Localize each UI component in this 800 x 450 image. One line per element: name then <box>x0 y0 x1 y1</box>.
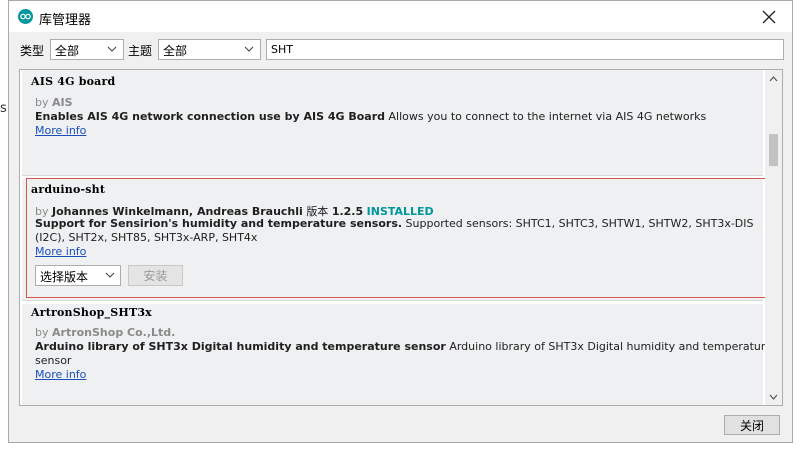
library-author: AIS <box>52 96 73 109</box>
install-button[interactable]: 安装 <box>128 265 183 286</box>
library-list: AIS 4G board by AIS Enables AIS 4G netwo… <box>19 69 783 406</box>
library-detail: Arduino library of SHT3x Digital humidit… <box>449 340 772 353</box>
list-item: AIS 4G board by AIS Enables AIS 4G netwo… <box>22 70 763 176</box>
scrollbar[interactable] <box>765 70 782 405</box>
chevron-down-icon <box>244 43 254 57</box>
more-info-link[interactable]: More info <box>35 124 86 137</box>
scroll-down-icon[interactable] <box>765 388 782 405</box>
library-author-line: by AIS <box>35 96 73 109</box>
close-button[interactable]: 关闭 <box>724 415 780 435</box>
library-manager-dialog: 库管理器 类型 全部 主题 全部 SHT AIS 4G board by AIS… <box>8 0 793 443</box>
library-name: ArtronShop_SHT3x <box>31 306 152 319</box>
library-description: Enables AIS 4G network connection use by… <box>35 110 706 123</box>
chevron-down-icon <box>107 43 117 57</box>
list-item: ArtronShop_SHT3x by ArtronShop Co.,Ltd. … <box>22 304 772 405</box>
chevron-down-icon <box>105 269 115 283</box>
scrollbar-thumb[interactable] <box>769 134 778 166</box>
type-select-value: 全部 <box>55 44 80 58</box>
library-summary: Arduino library of SHT3x Digital humidit… <box>35 340 446 353</box>
library-description: Arduino library of SHT3x Digital humidit… <box>35 340 772 353</box>
window-title: 库管理器 <box>39 13 92 28</box>
arduino-logo-icon <box>18 9 33 24</box>
library-description: Support for Sensirion's humidity and tem… <box>35 217 754 230</box>
title-bar: 库管理器 <box>9 1 792 32</box>
more-info-link[interactable]: More info <box>35 368 86 381</box>
library-detail: Supported sensors: SHTC1, SHTC3, SHTW1, … <box>405 217 754 230</box>
library-author-line: by ArtronShop Co.,Ltd. <box>35 326 175 339</box>
version-select[interactable]: 选择版本 <box>35 265 121 286</box>
more-info-link[interactable]: More info <box>35 245 86 258</box>
scroll-up-icon[interactable] <box>765 70 782 87</box>
library-summary: Enables AIS 4G network connection use by… <box>35 110 386 123</box>
library-name: AIS 4G board <box>31 75 116 88</box>
topic-select[interactable]: 全部 <box>158 39 261 60</box>
search-input[interactable]: SHT <box>266 39 784 60</box>
topic-select-value: 全部 <box>163 44 188 58</box>
library-detail-continued: sensor <box>35 354 72 367</box>
library-name: arduino-sht <box>31 183 106 196</box>
filter-row: 类型 全部 主题 全部 SHT <box>9 37 792 63</box>
version-select-value: 选择版本 <box>40 270 89 284</box>
topic-label: 主题 <box>128 44 153 58</box>
background-text: s <box>0 101 7 116</box>
library-detail-continued: (I2C), SHT2x, SHT85, SHT3x-ARP, SHT4x <box>35 231 258 244</box>
library-detail: Allows you to connect to the internet vi… <box>388 110 707 123</box>
list-item[interactable]: arduino-sht by Johannes Winkelmann, Andr… <box>22 179 763 301</box>
type-select[interactable]: 全部 <box>50 39 124 60</box>
library-author: ArtronShop Co.,Ltd. <box>52 326 176 339</box>
type-label: 类型 <box>20 44 45 58</box>
by-prefix: by <box>35 96 49 109</box>
library-summary: Support for Sensirion's humidity and tem… <box>35 217 403 230</box>
close-icon[interactable] <box>746 1 792 32</box>
by-prefix: by <box>35 326 49 339</box>
